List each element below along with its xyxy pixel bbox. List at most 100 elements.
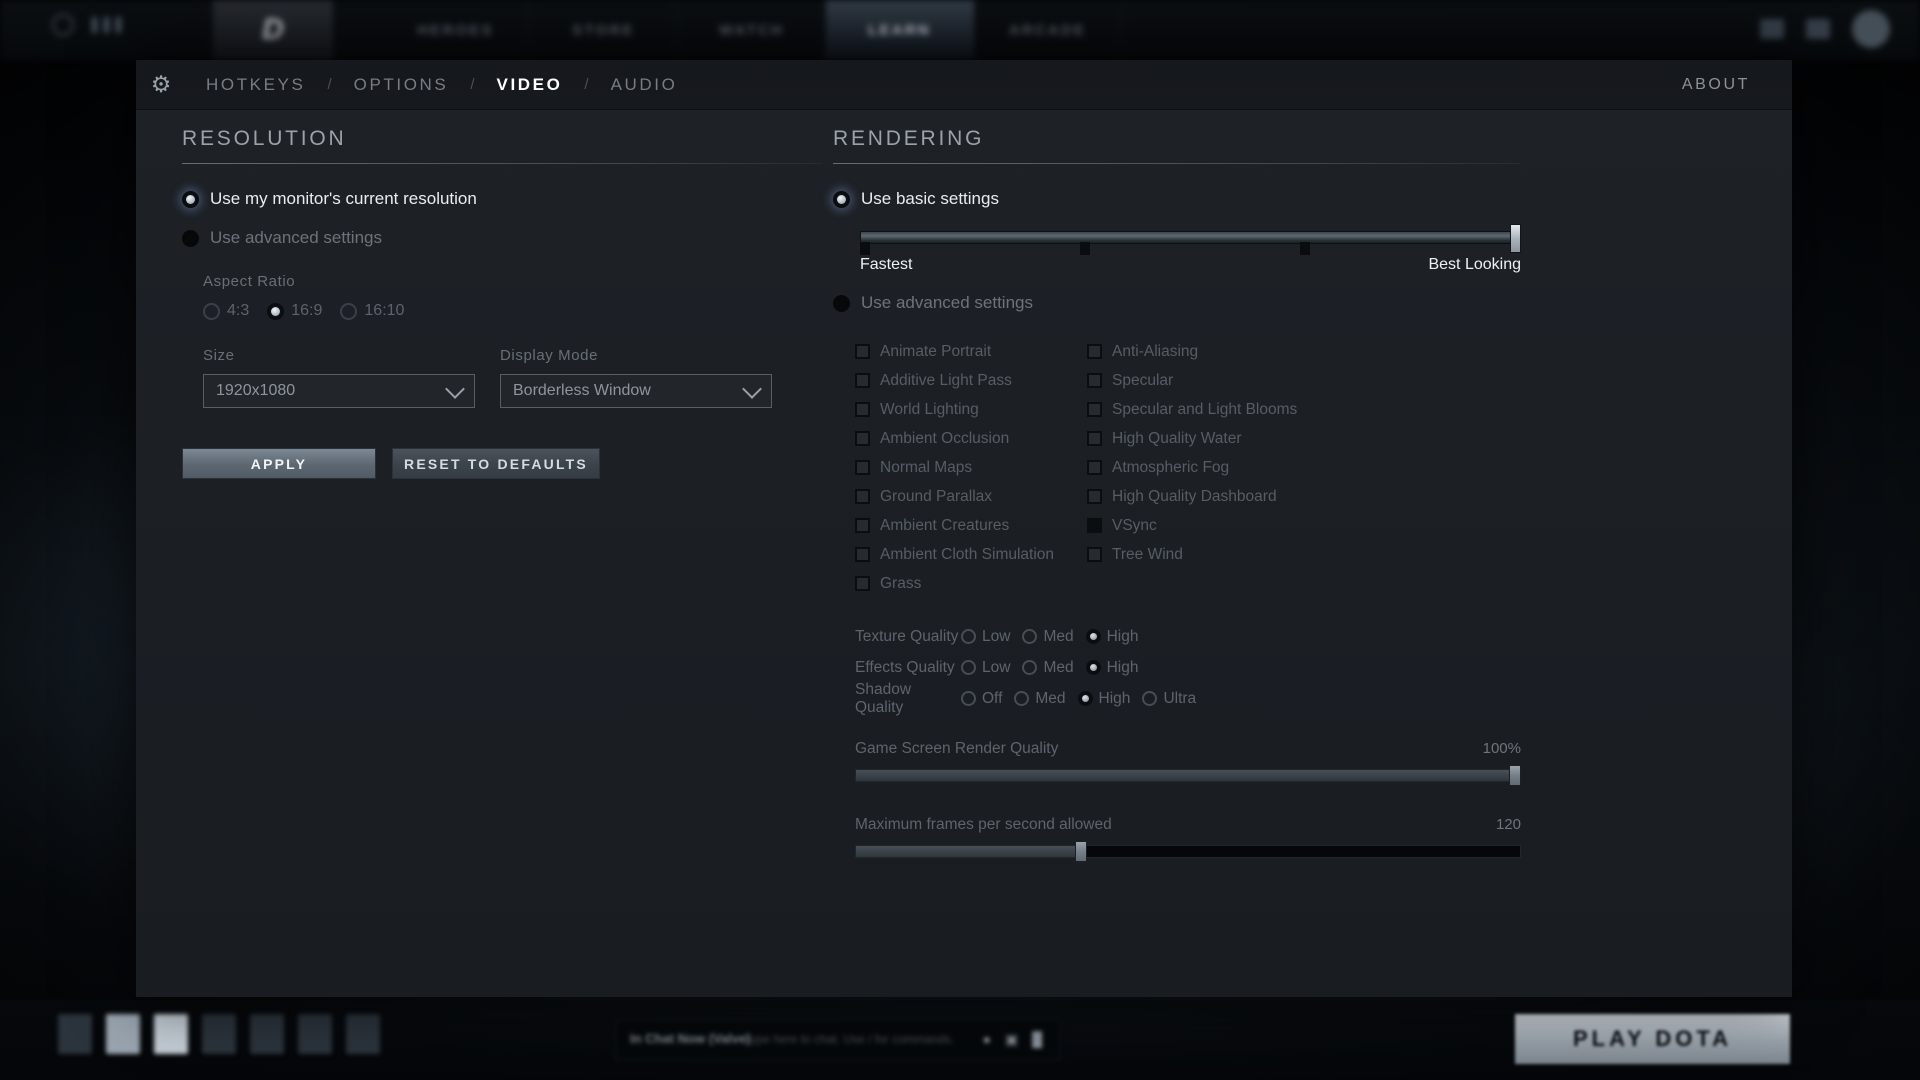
nav-tab-arcade[interactable]: ARCADE [974,0,1122,60]
rendering-option-advanced[interactable]: Use advanced settings [833,293,1521,313]
checkbox-box[interactable] [855,373,870,388]
checkbox-ambient-occlusion[interactable]: Ambient Occlusion [855,424,1087,453]
shadow-quality-high[interactable]: High [1078,690,1131,708]
armory-icon[interactable] [154,1014,188,1054]
tab-audio[interactable]: AUDIO [607,75,682,95]
about-link[interactable]: ABOUT [1682,60,1750,110]
nav-tab-watch[interactable]: WATCH [678,0,826,60]
checkbox-box[interactable] [855,431,870,446]
avatar[interactable] [1852,10,1890,48]
effects-quality-med[interactable]: Med [1022,659,1073,677]
checkbox-box[interactable] [1087,344,1102,359]
checkbox-tree-wind[interactable]: Tree Wind [1087,540,1319,569]
nav-menu-icon[interactable] [92,17,121,33]
radio[interactable] [1014,691,1029,706]
tab-options[interactable]: OPTIONS [350,75,453,95]
checkbox-world-lighting[interactable]: World Lighting [855,395,1087,424]
radio-aspect-16-10[interactable] [340,303,357,320]
slider-thumb[interactable] [1509,765,1521,786]
radio-rendering-advanced[interactable] [833,295,850,312]
checkbox-ambient-creatures[interactable]: Ambient Creatures [855,511,1087,540]
checkbox-box[interactable] [855,402,870,417]
texture-quality-low[interactable]: Low [961,628,1010,646]
radio[interactable] [1078,691,1093,706]
checkbox-vsync[interactable]: VSync [1087,511,1319,540]
radio[interactable] [1022,629,1037,644]
radio-resolution-advanced[interactable] [182,230,199,247]
texture-quality-med[interactable]: Med [1022,628,1073,646]
more-icon[interactable] [346,1014,380,1054]
checkbox-box[interactable] [855,518,870,533]
radio[interactable] [961,691,976,706]
checkbox-box[interactable] [1087,402,1102,417]
shadow-quality-off[interactable]: Off [961,690,1002,708]
shop-icon[interactable] [106,1014,140,1054]
size-dropdown[interactable]: 1920x1080 [203,374,475,408]
friends-icon[interactable] [1806,19,1830,39]
radio-monitor-resolution[interactable] [182,191,199,208]
basic-quality-slider[interactable] [860,228,1521,250]
guilds-icon[interactable] [298,1014,332,1054]
checkbox-normal-maps[interactable]: Normal Maps [855,453,1087,482]
radio[interactable] [1022,660,1037,675]
checkbox-box[interactable] [855,547,870,562]
checkbox-specular-and-light-blooms[interactable]: Specular and Light Blooms [1087,395,1319,424]
checkbox-additive-light-pass[interactable]: Additive Light Pass [855,366,1087,395]
play-dota-button[interactable]: PLAY DOTA [1515,1014,1790,1064]
checkbox-box[interactable] [1087,489,1102,504]
tab-hotkeys[interactable]: HOTKEYS [202,75,309,95]
radio-aspect-16-9[interactable] [267,303,284,320]
quickplay-icon[interactable] [58,1014,92,1054]
stats-icon[interactable] [250,1014,284,1054]
chat-input[interactable]: In Chat Now (Valve) Type here to chat. U… [615,1020,1060,1060]
checkbox-box[interactable] [1087,547,1102,562]
profile-circle-icon[interactable] [52,14,74,36]
checkbox-box[interactable] [1087,518,1102,533]
rendering-option-basic[interactable]: Use basic settings [833,189,1521,209]
chat-action-icons[interactable]: ● ▣ █ [983,1031,1047,1048]
checkbox-ground-parallax[interactable]: Ground Parallax [855,482,1087,511]
dota-logo[interactable]: D [213,0,333,60]
checkbox-grass[interactable]: Grass [855,569,1087,598]
radio-basic-settings[interactable] [833,191,850,208]
checkbox-box[interactable] [855,460,870,475]
basic-slider-thumb[interactable] [1510,224,1521,253]
checkbox-box[interactable] [1087,460,1102,475]
radio[interactable] [1086,660,1101,675]
checkbox-high-quality-water[interactable]: High Quality Water [1087,424,1319,453]
reset-to-defaults-button[interactable]: RESET TO DEFAULTS [392,448,600,479]
apply-button[interactable]: APPLY [182,448,376,479]
effects-quality-high[interactable]: High [1086,659,1139,677]
checkbox-box[interactable] [855,576,870,591]
gear-icon[interactable]: ⚙ [136,60,186,110]
checkbox-high-quality-dashboard[interactable]: High Quality Dashboard [1087,482,1319,511]
slider-thumb[interactable] [1075,841,1087,862]
display-mode-dropdown[interactable]: Borderless Window [500,374,772,408]
checkbox-box[interactable] [1087,431,1102,446]
radio[interactable] [1142,691,1157,706]
texture-quality-high[interactable]: High [1086,628,1139,646]
nav-tab-store[interactable]: STORE [530,0,678,60]
radio[interactable] [1086,629,1101,644]
render-quality-slider[interactable] [855,767,1521,784]
max-fps-slider[interactable] [855,843,1521,860]
radio[interactable] [961,629,976,644]
shadow-quality-ultra[interactable]: Ultra [1142,690,1196,708]
checkbox-ambient-cloth-simulation[interactable]: Ambient Cloth Simulation [855,540,1087,569]
shadow-quality-med[interactable]: Med [1014,690,1065,708]
resolution-option-monitor[interactable]: Use my monitor's current resolution [182,189,822,209]
radio-aspect-4-3[interactable] [203,303,220,320]
nav-tab-heroes[interactable]: HEROES [382,0,530,60]
checkbox-box[interactable] [855,344,870,359]
resolution-option-advanced[interactable]: Use advanced settings [182,228,822,248]
nav-tab-learn[interactable]: LEARN [826,0,974,60]
checkbox-box[interactable] [1087,373,1102,388]
tab-video[interactable]: VIDEO [493,75,567,95]
checkbox-animate-portrait[interactable]: Animate Portrait [855,337,1087,366]
profile-icon[interactable] [202,1014,236,1054]
mail-icon[interactable] [1760,19,1784,39]
radio[interactable] [961,660,976,675]
effects-quality-low[interactable]: Low [961,659,1010,677]
checkbox-anti-aliasing[interactable]: Anti-Aliasing [1087,337,1319,366]
checkbox-specular[interactable]: Specular [1087,366,1319,395]
